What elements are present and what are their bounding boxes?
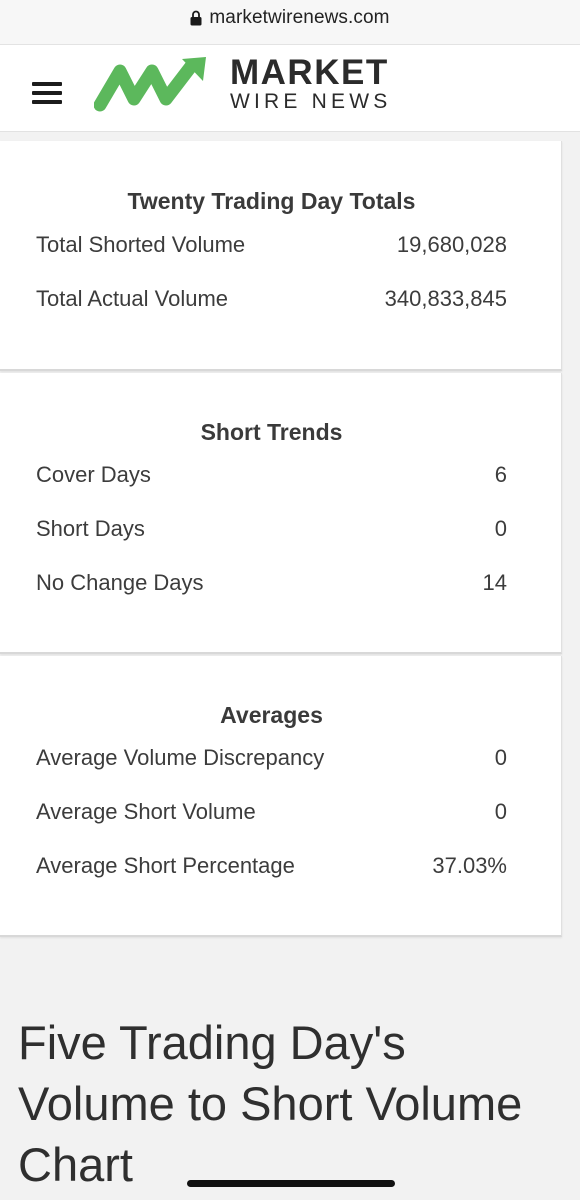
url-container[interactable]: marketwirenews.com — [190, 7, 390, 29]
row-value-total-shorted-volume: 19,680,028 — [396, 232, 507, 257]
row-label-short-days: Short Days — [36, 516, 145, 541]
twenty-day-totals-card: Twenty Trading Day Totals Total Shorted … — [0, 141, 562, 371]
market-wire-news-logo-icon[interactable] — [94, 55, 210, 115]
hamburger-menu-icon[interactable] — [32, 82, 62, 104]
row-value-short-days: 0 — [494, 516, 507, 541]
row-label-cover-days: Cover Days — [36, 462, 151, 487]
card-title: Twenty Trading Day Totals — [127, 188, 416, 214]
row-value-cover-days: 6 — [494, 462, 507, 487]
row-label-average-short-percentage: Average Short Percentage — [36, 853, 295, 878]
home-indicator[interactable] — [187, 1180, 395, 1187]
card-title: Short Trends — [200, 419, 343, 445]
row-value-no-change-days: 14 — [482, 570, 507, 595]
logo-wordmark[interactable]: MARKET WIRE NEWS — [230, 55, 391, 113]
short-trends-card: Short Trends Cover Days 6 Short Days 0 N… — [0, 373, 562, 654]
row-label-total-shorted-volume: Total Shorted Volume — [36, 232, 246, 257]
row-value-average-short-volume: 0 — [494, 799, 507, 824]
averages-card: Averages Average Volume Discrepancy 0 Av… — [0, 656, 562, 937]
url-text[interactable]: marketwirenews.com — [209, 7, 389, 29]
chart-section-heading: Five Trading Day's Volume to Short Volum… — [18, 1016, 523, 1191]
row-label-no-change-days: No Change Days — [36, 570, 204, 595]
row-value-total-actual-volume: 340,833,845 — [384, 286, 507, 311]
card-title: Averages — [220, 702, 323, 728]
browser-url-bar[interactable]: marketwirenews.com — [0, 0, 580, 45]
logo-text-market: MARKET — [230, 53, 389, 92]
row-label-average-short-volume: Average Short Volume — [36, 799, 256, 824]
logo-text-wire-news: WIRE NEWS — [230, 90, 392, 113]
site-header: MARKET WIRE NEWS — [0, 45, 580, 132]
lock-icon — [190, 10, 202, 26]
row-value-average-volume-discrepancy: 0 — [494, 745, 507, 770]
row-label-average-volume-discrepancy: Average Volume Discrepancy — [36, 745, 325, 770]
row-value-average-short-percentage: 37.03% — [432, 853, 507, 878]
row-label-total-actual-volume: Total Actual Volume — [36, 286, 229, 311]
